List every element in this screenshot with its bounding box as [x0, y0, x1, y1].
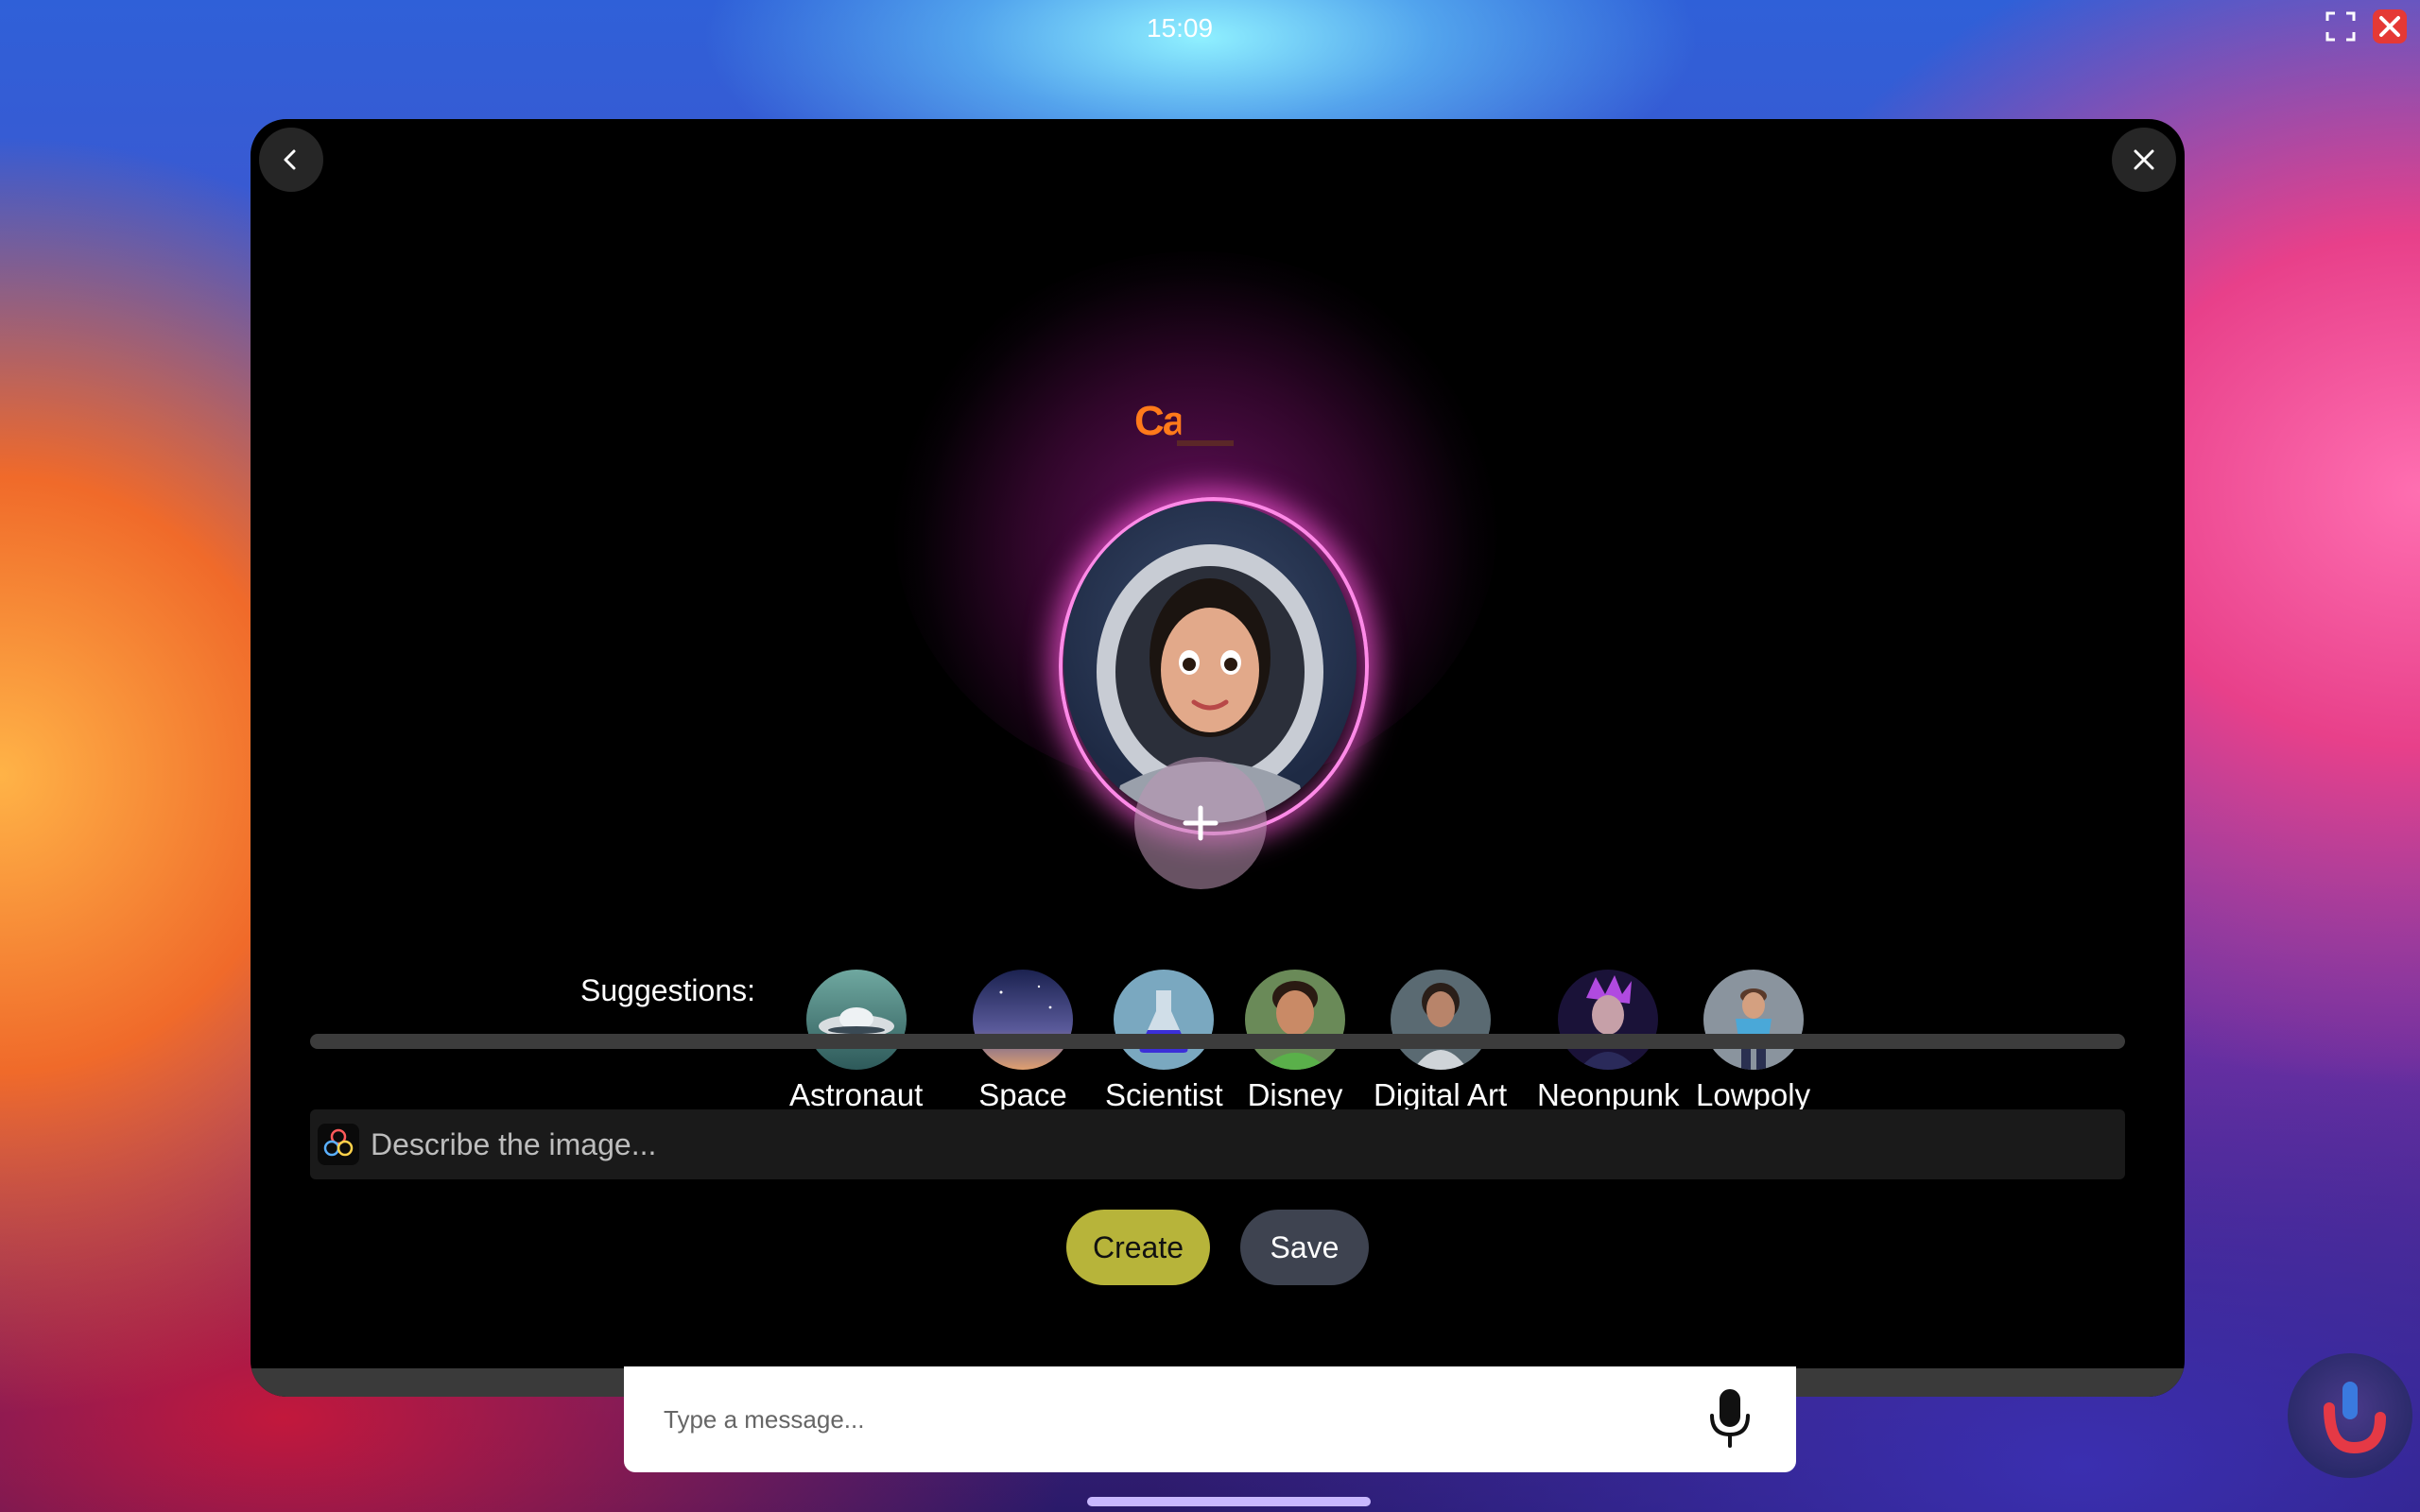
chevron-left-icon — [284, 149, 296, 170]
suggestion-thumbnail — [1558, 970, 1659, 1070]
close-icon — [2379, 16, 2400, 37]
suggestion-label: Astronaut — [789, 1077, 924, 1112]
microphone-icon — [1710, 1389, 1750, 1448]
status-clock: 15:09 — [1146, 13, 1214, 43]
close-icon — [2134, 149, 2154, 170]
prompt-input[interactable] — [369, 1125, 2125, 1163]
progress-bar — [310, 1034, 2125, 1049]
fullscreen-button[interactable] — [2324, 9, 2358, 43]
suggestion-thumbnail — [805, 970, 907, 1070]
suggestions-label: Suggestions: — [580, 973, 756, 1007]
suggestion-thumbnail — [1703, 970, 1804, 1070]
suggestion-thumbnail — [1245, 970, 1345, 1070]
suggestion-label: Scientist — [1105, 1077, 1223, 1112]
brand-logo-tagline — [1177, 440, 1234, 446]
create-button[interactable]: Create — [1066, 1210, 1210, 1285]
plus-icon — [1183, 805, 1219, 841]
suggestion-label: Neonpunk — [1537, 1077, 1680, 1112]
suggestion-label: Digital Art — [1374, 1077, 1508, 1112]
suggestion-thumbnail — [973, 970, 1073, 1070]
sparkle-icon — [318, 1124, 359, 1165]
avatar-preview: Calc — [893, 251, 1498, 889]
assistant-button[interactable] — [2288, 1353, 2412, 1478]
prompt-field[interactable] — [310, 1109, 2125, 1179]
window-close-button[interactable] — [2112, 128, 2176, 192]
suggestion-label: Disney — [1247, 1077, 1343, 1112]
assistant-icon — [2324, 1382, 2386, 1454]
suggestion-label: Space — [978, 1077, 1067, 1112]
mic-button[interactable] — [1702, 1382, 1758, 1457]
back-button[interactable] — [259, 128, 323, 192]
add-photo-button[interactable] — [1134, 757, 1267, 889]
suggestion-thumbnail — [1390, 970, 1491, 1070]
save-button[interactable]: Save — [1240, 1210, 1369, 1285]
suggestion-label: Lowpoly — [1696, 1077, 1811, 1112]
image-generator-window: Calc Suggestions: Astronaut Space Scient… — [251, 119, 2185, 1397]
chat-input[interactable] — [662, 1403, 1702, 1435]
home-indicator[interactable] — [1087, 1497, 1371, 1506]
fullscreen-icon — [2325, 11, 2356, 42]
chat-bar — [624, 1366, 1796, 1472]
system-close-button[interactable] — [2373, 9, 2407, 43]
suggestion-thumbnail — [1114, 970, 1215, 1070]
